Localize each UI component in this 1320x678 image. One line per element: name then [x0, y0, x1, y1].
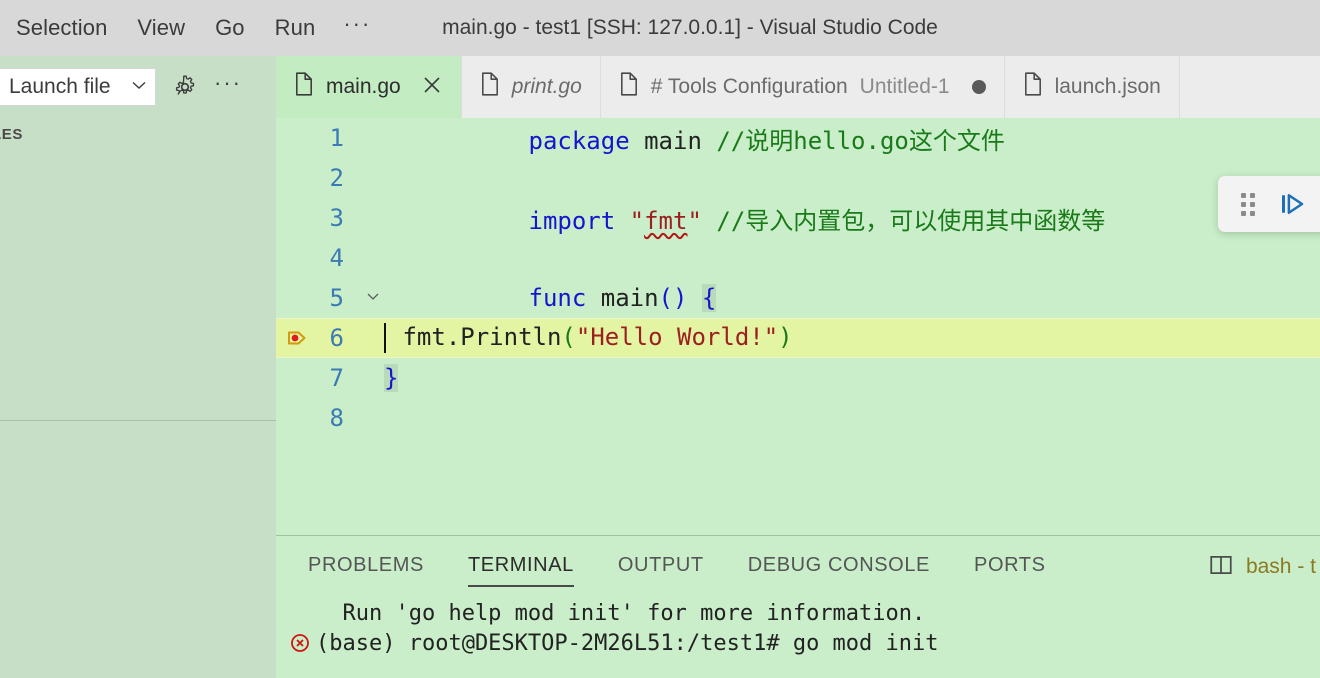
token-keyword: func — [528, 284, 587, 312]
line-number: 7 — [329, 364, 344, 392]
title-bar: Selection View Go Run ··· main.go - test… — [0, 0, 1320, 56]
debug-drag-handle-icon[interactable] — [1228, 184, 1268, 224]
editor-tab-launch-json[interactable]: launch.json — [1004, 56, 1180, 118]
launch-configuration-label: Launch file — [9, 75, 111, 98]
editor-area: main.go print.go # Tools Configuration U… — [276, 56, 1320, 535]
file-icon — [1023, 72, 1043, 102]
token-function: Println — [460, 323, 562, 351]
terminal-line-text: (base) root@DESKTOP-2M26L51:/test1# go m… — [316, 630, 939, 656]
breakpoint-icon[interactable] — [284, 318, 312, 358]
token-dot: . — [445, 323, 461, 351]
panel-tab-terminal[interactable]: TERMINAL — [467, 548, 574, 587]
token-brace: } — [384, 364, 399, 392]
editor-tab-label: launch.json — [1054, 75, 1161, 98]
token-comment: //说明hello.go这个文件 — [716, 126, 1005, 155]
panel-tab-problems[interactable]: PROBLEMS — [308, 548, 424, 587]
line-number: 5 — [329, 284, 344, 312]
code-line[interactable]: 8 — [276, 398, 1320, 438]
token-rparen: ) — [778, 323, 793, 351]
launch-configuration-select[interactable]: Launch file — [0, 68, 156, 106]
menu-item-run[interactable]: Run — [273, 12, 318, 44]
token-comment: //导入内置包，可以使用其中函数等 — [716, 206, 1106, 235]
menu-item-go[interactable]: Go — [213, 12, 247, 44]
error-icon — [290, 633, 316, 653]
token-quote: " — [629, 206, 645, 235]
panel-tab-bar: PROBLEMS TERMINAL OUTPUT DEBUG CONSOLE P… — [276, 536, 1320, 598]
panel-actions: bash - t — [1208, 536, 1320, 598]
code-line[interactable]: 7 } — [276, 358, 1320, 398]
token-brace: { — [701, 284, 717, 312]
debug-floating-toolbar[interactable] — [1218, 176, 1320, 232]
token-package-name: fmt — [644, 206, 688, 235]
debug-settings-gear-icon[interactable] — [172, 74, 198, 100]
debug-step-over-button[interactable] — [1315, 184, 1320, 224]
debug-sidebar-more-actions-icon[interactable]: ··· — [214, 70, 242, 105]
panel-tab-output[interactable]: OUTPUT — [618, 548, 704, 587]
code-line[interactable]: 1 package main //说明hello.go这个文件 — [276, 118, 1320, 158]
line-number: 8 — [329, 404, 344, 432]
token-keyword: package — [528, 126, 630, 155]
line-number: 4 — [329, 244, 344, 272]
code-line-current[interactable]: 6 fmt.Println("Hello World!") — [276, 318, 1320, 358]
debug-sidebar-toolbar: Launch file ··· — [0, 56, 276, 118]
terminal-line: Run 'go help mod init' for more informat… — [290, 598, 1320, 628]
token-lparen: ( — [561, 323, 576, 351]
fold-toggle-icon[interactable] — [362, 288, 384, 308]
panel-tab-ports[interactable]: PORTS — [974, 548, 1046, 587]
token-identifier: main — [644, 126, 702, 155]
text-cursor — [384, 323, 386, 353]
code-line[interactable]: 5 func main() { — [276, 278, 1320, 318]
token-function-name: main — [600, 284, 659, 312]
code-line[interactable]: 3 import "fmt" //导入内置包，可以使用其中函数等 — [276, 198, 1320, 238]
token-package: fmt — [402, 323, 446, 351]
menu-item-view[interactable]: View — [135, 12, 187, 44]
active-terminal-name[interactable]: bash - t — [1246, 555, 1316, 579]
bottom-panel: PROBLEMS TERMINAL OUTPUT DEBUG CONSOLE P… — [276, 535, 1320, 678]
debug-continue-button[interactable] — [1272, 184, 1312, 224]
panel-tab-debug-console[interactable]: DEBUG CONSOLE — [748, 548, 930, 587]
line-number: 1 — [329, 124, 344, 152]
chevron-down-icon — [131, 77, 147, 97]
menu-bar: Selection View Go Run ··· — [0, 11, 371, 45]
terminal-line-text: Run 'go help mod init' for more informat… — [316, 600, 926, 626]
line-number: 3 — [329, 204, 344, 232]
drag-handle-icon — [1240, 192, 1255, 216]
menu-overflow-icon[interactable]: ··· — [343, 11, 371, 45]
menu-item-selection[interactable]: Selection — [14, 12, 109, 44]
terminal-line: (base) root@DESKTOP-2M26L51:/test1# go m… — [290, 628, 1320, 658]
split-terminal-icon[interactable] — [1208, 552, 1234, 583]
token-parens: () — [658, 284, 688, 312]
sidebar-section-title: LES — [0, 126, 23, 143]
line-number: 2 — [329, 164, 344, 192]
terminal-output[interactable]: Run 'go help mod init' for more informat… — [276, 598, 1320, 658]
vscode-window: Selection View Go Run ··· main.go - test… — [0, 0, 1320, 678]
token-quote: " — [687, 206, 702, 235]
token-keyword: import — [528, 206, 616, 235]
token-string: "Hello World!" — [575, 323, 779, 351]
file-icon — [294, 72, 314, 102]
code-editor[interactable]: 1 package main //说明hello.go这个文件 2 3 impo… — [276, 118, 1320, 535]
sidebar-divider[interactable] — [0, 420, 276, 421]
debug-sidebar: Launch file ··· LES — [0, 56, 276, 678]
